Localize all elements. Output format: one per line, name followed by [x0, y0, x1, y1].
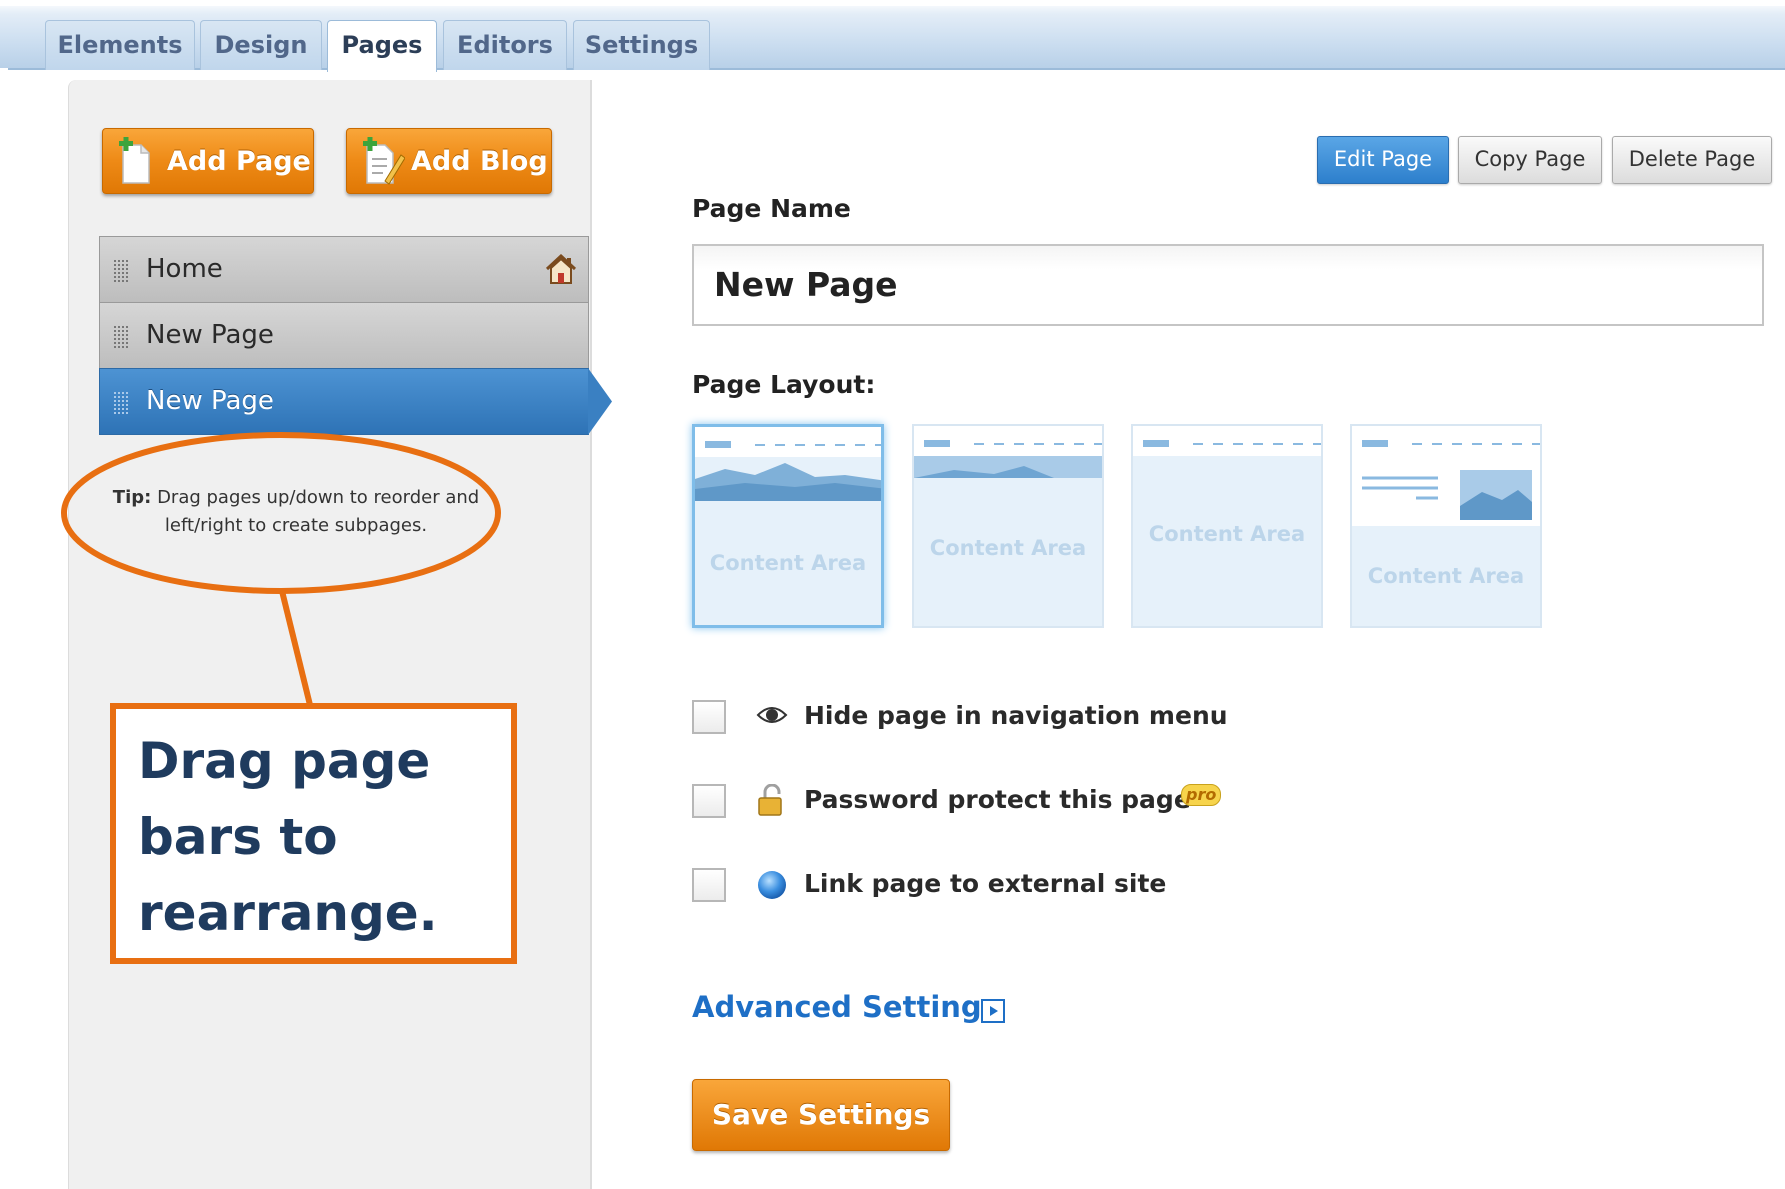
layout-header-graphic [914, 440, 1102, 478]
layout-header-graphic [1362, 440, 1540, 520]
password-protect-checkbox[interactable] [692, 784, 726, 818]
eye-icon [756, 707, 788, 723]
content-area-label: Content Area [1148, 522, 1306, 546]
page-name-input[interactable]: New Page [692, 244, 1764, 326]
copy-page-button[interactable]: Copy Page [1458, 136, 1602, 184]
layout-option-4[interactable]: Content Area [1350, 424, 1542, 628]
callout-line-3: rearrange. [138, 884, 438, 942]
external-link-checkbox[interactable] [692, 868, 726, 902]
layout-option-1[interactable]: Content Area [692, 424, 884, 628]
layout-header-graphic [1143, 440, 1321, 447]
delete-page-button[interactable]: Delete Page [1612, 136, 1772, 184]
layout-header-graphic [695, 441, 881, 501]
expand-arrow-icon[interactable] [981, 999, 1005, 1023]
globe-icon [758, 871, 786, 899]
callout-line-1: Drag page [138, 732, 431, 790]
lock-icon [758, 784, 782, 816]
edit-page-button[interactable]: Edit Page [1317, 136, 1449, 184]
callout-line-2: bars to [138, 808, 338, 866]
callout-pointer-line [279, 590, 313, 706]
pro-badge: pro [1181, 784, 1222, 806]
hide-page-label: Hide page in navigation menu [804, 701, 1228, 730]
callout-box: Drag page bars to rearrange. [110, 703, 517, 964]
content-area-label: Content Area [709, 551, 867, 575]
hide-page-checkbox[interactable] [692, 700, 726, 734]
external-link-label: Link page to external site [804, 869, 1167, 898]
callout-ellipse [61, 432, 501, 594]
advanced-settings-link[interactable]: Advanced Settings [692, 990, 999, 1024]
page-layout-label: Page Layout: [692, 370, 876, 399]
layout-option-3[interactable]: Content Area [1131, 424, 1323, 628]
content-area-label: Content Area [1367, 564, 1525, 588]
page-name-label: Page Name [692, 194, 851, 223]
password-protect-label: Password protect this page [804, 785, 1191, 814]
tab-pages[interactable]: Pages [327, 20, 437, 72]
layout-option-2[interactable]: Content Area [912, 424, 1104, 628]
pages-editor: Elements Design Pages Editors Settings A… [0, 0, 1785, 1189]
content-area-label: Content Area [929, 536, 1087, 560]
save-settings-button[interactable]: Save Settings [692, 1079, 950, 1151]
